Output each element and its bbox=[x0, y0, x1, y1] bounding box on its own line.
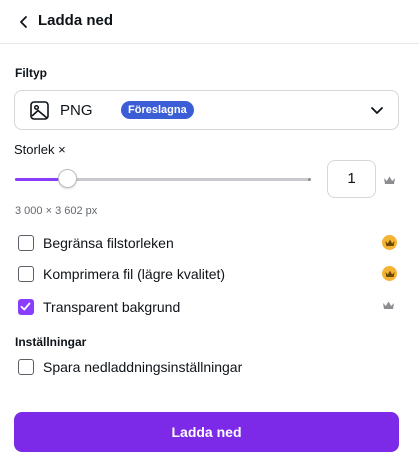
checkbox[interactable] bbox=[18, 235, 34, 251]
filetype-label: Filtyp bbox=[15, 66, 47, 80]
settings-label: Inställningar bbox=[15, 335, 87, 349]
checkbox[interactable] bbox=[18, 266, 34, 282]
suggested-badge: Föreslagna bbox=[121, 101, 194, 119]
filetype-select[interactable]: PNG Föreslagna bbox=[14, 90, 399, 130]
download-button[interactable]: Ladda ned bbox=[14, 412, 399, 452]
panel-header: Ladda ned bbox=[0, 0, 419, 44]
size-input[interactable]: 1 bbox=[327, 160, 376, 198]
option-compress-file[interactable]: Komprimera fil (lägre kvalitet) bbox=[18, 265, 398, 285]
size-slider[interactable] bbox=[15, 169, 310, 188]
download-panel: Ladda ned Filtyp PNG Föreslagna Storlek … bbox=[0, 0, 419, 476]
filetype-value: PNG bbox=[60, 102, 93, 119]
option-save-settings[interactable]: Spara nedladdningsinställningar bbox=[18, 358, 398, 378]
crown-icon bbox=[383, 301, 394, 309]
option-limit-filesize[interactable]: Begränsa filstorleken bbox=[18, 234, 398, 254]
checkbox[interactable] bbox=[18, 359, 34, 375]
size-label: Storlek × bbox=[14, 142, 66, 157]
panel-title: Ladda ned bbox=[38, 12, 114, 29]
option-label: Komprimera fil (lägre kvalitet) bbox=[43, 266, 226, 282]
dimensions-text: 3 000 × 3 602 px bbox=[15, 205, 98, 217]
size-slider-thumb[interactable] bbox=[58, 169, 77, 188]
checkmark-icon bbox=[20, 302, 31, 311]
option-label: Transparent bakgrund bbox=[43, 299, 181, 315]
crown-icon bbox=[384, 176, 395, 184]
gold-crown-icon bbox=[382, 235, 397, 250]
chevron-down-icon bbox=[371, 107, 383, 114]
option-label: Begränsa filstorleken bbox=[43, 235, 174, 251]
option-transparent-background[interactable]: Transparent bakgrund bbox=[18, 298, 398, 318]
chevron-left-icon bbox=[20, 16, 27, 28]
image-icon bbox=[30, 101, 49, 120]
back-button[interactable] bbox=[14, 12, 34, 32]
option-label: Spara nedladdningsinställningar bbox=[43, 359, 243, 375]
gold-crown-icon bbox=[382, 266, 397, 281]
checkbox-checked[interactable] bbox=[18, 299, 34, 315]
slider-end-dot bbox=[308, 178, 311, 181]
